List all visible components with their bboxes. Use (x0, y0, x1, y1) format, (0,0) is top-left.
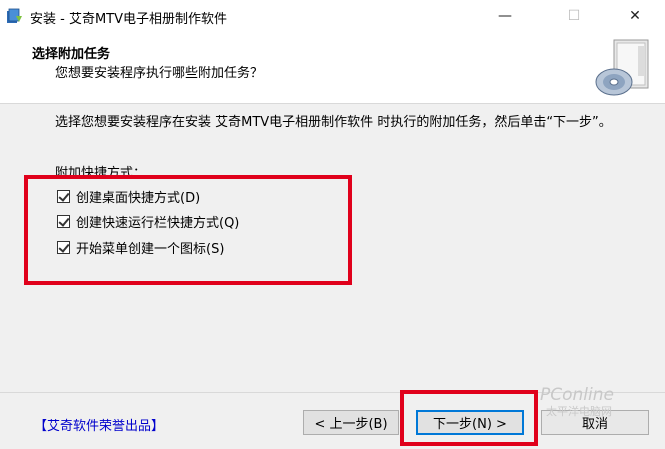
close-icon: ✕ (629, 8, 641, 24)
title-bar: 安装 - 艾奇MTV电子相册制作软件 — ☐ ✕ (0, 0, 665, 32)
minimize-icon: — (498, 8, 512, 24)
highlight-box-tasks (24, 175, 352, 285)
brand-link[interactable]: 【艾奇软件荣誉出品】 (34, 415, 164, 434)
description-text: 选择您想要安装程序在安装 艾奇MTV电子相册制作软件 时执行的附加任务，然后单击… (55, 115, 612, 130)
app-icon (7, 8, 22, 23)
window-title: 安装 - 艾奇MTV电子相册制作软件 (30, 12, 228, 27)
maximize-button[interactable]: ☐ (551, 0, 597, 32)
watermark: PConline 太平洋电脑网 (540, 385, 614, 419)
page-subtitle: 您想要安装程序执行哪些附加任务？ (55, 66, 264, 81)
page-title: 选择附加任务 (32, 47, 111, 62)
wizard-header: 选择附加任务 您想要安装程序执行哪些附加任务？ (0, 32, 665, 104)
back-button[interactable]: < 上一步(B) (303, 410, 399, 435)
minimize-button[interactable]: — (482, 0, 528, 32)
maximize-icon: ☐ (567, 8, 581, 24)
watermark-text: PConline (540, 385, 614, 405)
watermark-subtext: 太平洋电脑网 (546, 405, 612, 418)
installer-disc-icon (595, 39, 649, 96)
close-button[interactable]: ✕ (612, 0, 658, 32)
highlight-box-next (400, 390, 538, 446)
